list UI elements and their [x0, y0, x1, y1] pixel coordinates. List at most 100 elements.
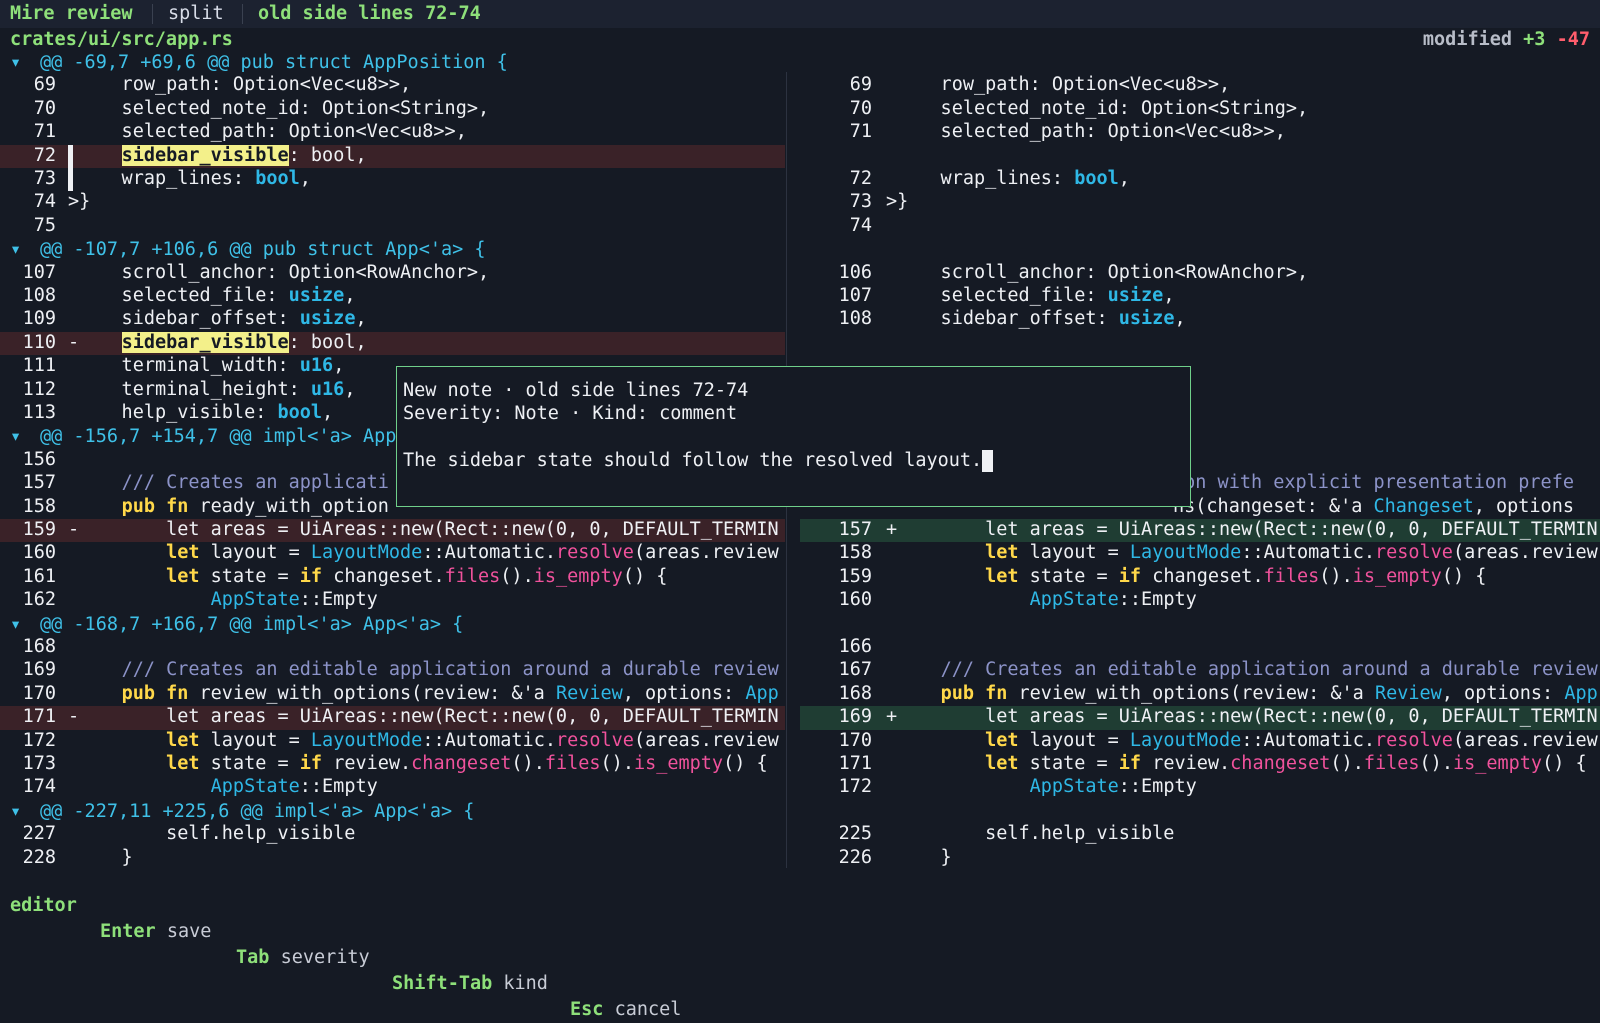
- code-token: if: [299, 565, 323, 587]
- new-diff-line[interactable]: 159 let state = if changeset.files().is_…: [800, 566, 1600, 589]
- line-number: 106: [838, 261, 872, 283]
- old-diff-line[interactable]: 171- let areas = UiAreas::new(Rect::new(…: [0, 706, 785, 730]
- old-diff-line[interactable]: 168: [0, 636, 785, 659]
- new-diff-line[interactable]: 73 >}: [800, 191, 1600, 214]
- old-diff-line[interactable]: 160 let layout = LayoutMode::Automatic.r…: [0, 542, 785, 565]
- mode-indicator[interactable]: split: [168, 2, 224, 26]
- note-editor-popup[interactable]: New note · old side lines 72-74 Severity…: [396, 366, 1191, 507]
- new-diff-line[interactable]: 158 let layout = LayoutMode::Automatic.r…: [800, 542, 1600, 565]
- hint-kind[interactable]: Shift-Tab kind: [392, 971, 548, 997]
- new-diff-line[interactable]: 167 /// Creates an editable application …: [800, 659, 1600, 682]
- old-diff-line[interactable]: 109 sidebar_offset: usize,: [0, 308, 785, 331]
- old-diff-line[interactable]: 169 /// Creates an editable application …: [0, 659, 785, 682]
- code-token: is_empty: [633, 753, 724, 774]
- code-token: self.help_visible: [77, 823, 356, 845]
- new-diff-line[interactable]: 107 selected_file: usize,: [800, 285, 1600, 308]
- old-diff-line[interactable]: 159- let areas = UiAreas::new(Rect::new(…: [0, 519, 785, 543]
- old-diff-line[interactable]: 162 AppState::Empty: [0, 589, 785, 612]
- old-diff-line[interactable]: 161 let state = if changeset.files().is_…: [0, 566, 785, 589]
- old-diff-line[interactable]: 69 row_path: Option<Vec<u8>>,: [0, 74, 785, 97]
- new-diff-line[interactable]: 172 AppState::Empty: [800, 776, 1600, 799]
- old-diff-line[interactable]: 74 >}: [0, 191, 785, 214]
- code-token: selected_file:: [77, 285, 289, 306]
- hint-save[interactable]: Enter save: [100, 919, 211, 945]
- hunk-header[interactable]: ▾ @@ -107,7 +106,6 @@ pub struct App<'a> …: [0, 238, 1600, 261]
- new-diff-line[interactable]: 170 let layout = LayoutMode::Automatic.r…: [800, 730, 1600, 753]
- new-diff-line[interactable]: 106 scroll_anchor: Option<RowAnchor>,: [800, 262, 1600, 285]
- old-diff-line[interactable]: 71 selected_path: Option<Vec<u8>>,: [0, 121, 785, 144]
- code-token: let: [166, 753, 200, 774]
- hunk-header[interactable]: ▾ @@ -69,7 +69,6 @@ pub struct AppPositio…: [0, 51, 1600, 74]
- new-diff-line[interactable]: 171 let state = if review.changeset().fi…: [800, 753, 1600, 776]
- code-token: sidebar_visible: [121, 144, 289, 166]
- code-token: state =: [199, 565, 300, 587]
- code-token: ::Automatic.: [1241, 542, 1375, 564]
- hunk-header[interactable]: ▾ @@ -227,11 +225,6 @@ impl<'a> App<'a> {: [0, 800, 1600, 823]
- collapse-toggle-icon[interactable]: ▾: [0, 613, 40, 636]
- old-diff-line[interactable]: 173 let state = if review.changeset().fi…: [0, 753, 785, 776]
- new-diff-line[interactable]: 160 AppState::Empty: [800, 589, 1600, 612]
- code-token: ,: [1163, 285, 1175, 306]
- line-number: 75: [33, 214, 56, 236]
- old-diff-line[interactable]: 70 selected_note_id: Option<String>,: [0, 98, 785, 121]
- line-number: 158: [22, 495, 56, 517]
- old-diff-line[interactable]: 227 self.help_visible: [0, 823, 785, 846]
- old-diff-line[interactable]: 170 pub fn review_with_options(review: &…: [0, 683, 785, 706]
- new-diff-line[interactable]: 225 self.help_visible: [800, 823, 1600, 846]
- note-body-input[interactable]: The sidebar state should follow the reso…: [403, 449, 994, 472]
- code-token: let areas = UiAreas::new(Rect::new(0, 0,…: [77, 706, 779, 728]
- new-diff-line[interactable]: 108 sidebar_offset: usize,: [800, 308, 1600, 331]
- old-diff-line[interactable]: 107 scroll_anchor: Option<RowAnchor>,: [0, 262, 785, 285]
- new-diff-line[interactable]: 69 row_path: Option<Vec<u8>>,: [800, 74, 1600, 97]
- hunk-header[interactable]: ▾ @@ -168,7 +166,7 @@ impl<'a> App<'a> {: [0, 613, 1600, 636]
- code-token: files: [1263, 565, 1320, 587]
- new-diff-line[interactable]: 226 }: [800, 847, 1600, 870]
- new-diff-line[interactable]: 72 wrap_lines: bool,: [800, 168, 1600, 191]
- code-token: pub fn: [121, 495, 189, 517]
- hunk-header-text: @@ -227,11 +225,6 @@ impl<'a> App<'a> {: [40, 800, 475, 822]
- old-diff-line[interactable]: 174 AppState::Empty: [0, 776, 785, 799]
- code-token: /// Creates an editable application arou…: [121, 659, 779, 681]
- collapse-toggle-icon[interactable]: ▾: [0, 800, 40, 823]
- code-token: scroll_anchor: Option<RowAnchor>,: [77, 261, 490, 283]
- collapse-toggle-icon[interactable]: ▾: [0, 51, 40, 74]
- code-token: let: [985, 729, 1019, 751]
- code-token: files: [444, 565, 501, 587]
- collapse-toggle-icon[interactable]: ▾: [0, 238, 40, 261]
- code-text: let areas = UiAreas::new(Rect::new(0, 0,…: [77, 706, 779, 727]
- hint-cancel[interactable]: Esc cancel: [570, 997, 681, 1023]
- line-number: 70: [849, 97, 872, 119]
- new-diff-line[interactable]: 70 selected_note_id: Option<String>,: [800, 98, 1600, 121]
- old-diff-line[interactable]: 75: [0, 215, 785, 238]
- line-number: 226: [838, 846, 872, 868]
- old-diff-line[interactable]: 172 let layout = LayoutMode::Automatic.r…: [0, 730, 785, 753]
- code-token: pub fn: [121, 682, 189, 704]
- collapse-toggle-icon[interactable]: ▾: [0, 425, 40, 448]
- new-diff-line[interactable]: 157 + let areas = UiAreas::new(Rect::new(…: [800, 519, 1600, 543]
- code-text: pub fn review_with_options(review: &'a R…: [896, 683, 1598, 704]
- code-token: wrap_lines:: [896, 168, 1075, 189]
- hint-severity[interactable]: Tab severity: [236, 945, 370, 971]
- old-diff-line[interactable]: 72 sidebar_visible: bool,: [0, 144, 785, 168]
- new-diff-line[interactable]: 168 pub fn review_with_options(review: &…: [800, 683, 1600, 706]
- code-text: selected_note_id: Option<String>,: [896, 98, 1309, 119]
- file-path[interactable]: crates/ui/src/app.rs: [10, 28, 233, 52]
- new-diff-line[interactable]: 74: [800, 215, 1600, 238]
- diff-marker: >}: [68, 191, 91, 213]
- new-diff-line[interactable]: 71 selected_path: Option<Vec<u8>>,: [800, 121, 1600, 144]
- code-token: (areas.review: [1452, 729, 1598, 751]
- old-diff-line[interactable]: 228 }: [0, 847, 785, 870]
- code-text: selected_file: usize,: [896, 285, 1175, 306]
- old-diff-line[interactable]: 110- sidebar_visible: bool,: [0, 331, 785, 356]
- old-diff-line[interactable]: 108 selected_file: usize,: [0, 285, 785, 308]
- old-diff-line[interactable]: 73 wrap_lines: bool,: [0, 168, 785, 192]
- new-diff-line[interactable]: 169 + let areas = UiAreas::new(Rect::new(…: [800, 706, 1600, 730]
- new-diff-line[interactable]: 166: [800, 636, 1600, 659]
- line-number: 72: [33, 144, 56, 166]
- code-token: ::Automatic.: [422, 729, 556, 751]
